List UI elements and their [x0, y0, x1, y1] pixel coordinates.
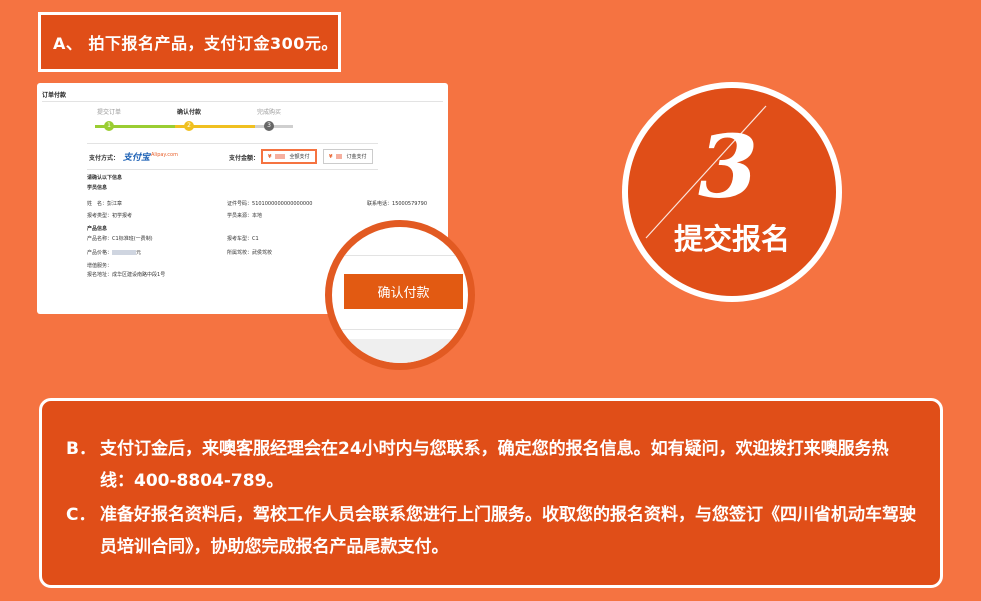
id-value: 5101000000000000000	[252, 201, 313, 207]
step-dot-1: 1	[104, 121, 114, 131]
product-name-row: 产品名称：C1标准班(一费制)	[87, 235, 153, 242]
phone-row: 联系电话：15000579790	[367, 200, 427, 207]
type-value: 初学报考	[112, 213, 133, 219]
step-3-badge-inner: 3 提交报名	[628, 88, 836, 296]
price-label: 产品价格：	[87, 250, 113, 256]
source-label: 学员来源：	[227, 213, 253, 219]
deposit-payment-option[interactable]: ¥ 订金支付	[323, 149, 373, 164]
address-label: 报名地址：	[87, 272, 113, 278]
address-value: 成华区建设南路中段1号	[112, 272, 166, 278]
pay-method-label: 支付方式：	[89, 155, 120, 162]
full-payment-label: 全额支付	[289, 154, 310, 160]
gift-label: 增值服务：	[87, 263, 113, 269]
type-row: 报考类型：初学报考	[87, 212, 132, 219]
name-row: 姓 名：彭江章	[87, 200, 122, 207]
redacted-amount	[336, 154, 343, 159]
car-type-row: 报考车型：C1	[227, 235, 259, 242]
progress-steps: 提交订单 确认付款 完成购买 1 2 3	[95, 107, 345, 137]
confirm-info-heading: 请确认以下信息	[87, 175, 123, 181]
full-payment-option[interactable]: ¥ 全额支付	[261, 149, 317, 164]
instruction-c-text: 准备好报名资料后，驾校工作人员会联系您进行上门服务。收取您的报名资料，与您签订《…	[100, 505, 916, 557]
step-number: 3	[698, 117, 758, 218]
divider	[332, 255, 468, 256]
school-row: 所属驾校：武侯驾校	[227, 249, 272, 256]
step-label-submit: 提交订单	[96, 109, 121, 116]
name-label: 姓 名：	[87, 201, 108, 207]
deposit-payment-label: 订金支付	[346, 154, 367, 160]
divider	[87, 143, 378, 144]
gift-row: 增值服务：	[87, 262, 112, 269]
price-row: 产品价格： 元	[87, 249, 141, 256]
instruction-b-mark: B．	[66, 439, 96, 459]
school-value: 武侯驾校	[252, 250, 273, 256]
school-label: 所属驾校：	[227, 250, 253, 256]
step-label-confirm: 确认付款	[176, 109, 201, 116]
confirm-payment-button[interactable]: 确认付款	[344, 274, 463, 309]
address-row: 报名地址：成华区建设南路中段1号	[87, 271, 165, 278]
step-label-complete: 完成购买	[256, 109, 281, 116]
step-3-badge: 3 提交报名	[622, 82, 842, 302]
car-type-label: 报考车型：	[227, 236, 253, 242]
step-dot-3: 3	[264, 121, 274, 131]
instruction-b: B． 支付订金后，来噢客服经理会在24小时内与您联系，确定您的报名信息。如有疑问…	[66, 433, 916, 497]
price-unit: 元	[136, 250, 142, 256]
product-name-value: C1标准班(一费制)	[112, 236, 153, 242]
phone-label: 联系电话：	[367, 201, 393, 207]
product-name-label: 产品名称：	[87, 236, 113, 242]
payment-method-row: 支付方式： 支付宝 Alipay.com 支付金额： ¥ 全额支付 ¥ 订金支付	[89, 149, 439, 165]
redacted-amount	[275, 154, 286, 159]
divider	[332, 329, 468, 330]
order-header: 订单付款	[42, 92, 67, 99]
instruction-c: C． 准备好报名资料后，驾校工作人员会联系您进行上门服务。收取您的报名资料，与您…	[66, 499, 916, 563]
name-value: 彭江章	[107, 201, 123, 207]
type-label: 报考类型：	[87, 213, 113, 219]
id-label: 证件号码：	[227, 201, 253, 207]
step-a-label: A、 拍下报名产品，支付订金300元。	[38, 12, 341, 72]
alipay-domain: Alipay.com	[151, 152, 178, 158]
car-type-value: C1	[252, 236, 259, 242]
product-section-heading: 产品信息	[87, 226, 108, 232]
yen-symbol: ¥	[268, 153, 272, 160]
gray-footer	[332, 339, 468, 363]
id-row: 证件号码：5101000000000000000	[227, 200, 312, 207]
magnifier-circle: 确认付款	[325, 220, 475, 370]
source-value: 本地	[252, 213, 263, 219]
alipay-logo[interactable]: 支付宝	[123, 150, 150, 163]
pay-amount-label: 支付金额：	[229, 155, 260, 162]
progress-bar-3	[255, 125, 293, 128]
phone-value: 15000579790	[392, 201, 428, 207]
student-section-heading: 学员信息	[87, 185, 108, 191]
divider	[42, 101, 443, 102]
yen-symbol: ¥	[329, 153, 333, 160]
divider	[87, 169, 378, 170]
instructions-box: B． 支付订金后，来噢客服经理会在24小时内与您联系，确定您的报名信息。如有疑问…	[39, 398, 943, 588]
instruction-b-text: 支付订金后，来噢客服经理会在24小时内与您联系，确定您的报名信息。如有疑问，欢迎…	[100, 439, 889, 491]
step-dot-2: 2	[184, 121, 194, 131]
step-a-text: A、 拍下报名产品，支付订金300元。	[53, 34, 338, 53]
step-title: 提交报名	[673, 222, 790, 256]
redacted-price	[112, 250, 137, 255]
instruction-c-mark: C．	[66, 505, 96, 525]
source-row: 学员来源：本地	[227, 212, 262, 219]
